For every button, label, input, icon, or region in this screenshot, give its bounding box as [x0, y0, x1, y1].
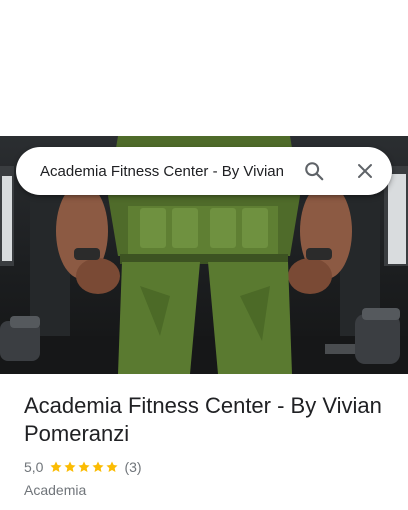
search-icon	[305, 162, 324, 181]
rating-row: 5,0 (3)	[24, 458, 394, 476]
star-icon	[106, 461, 119, 472]
place-title: Academia Fitness Center - By Vivian Pome…	[24, 393, 382, 446]
place-info: Academia Fitness Center - By Vivian Pome…	[24, 392, 394, 498]
search-button[interactable]	[298, 155, 330, 187]
rating-stars	[49, 460, 119, 474]
star-icon	[92, 461, 105, 472]
review-count[interactable]: (3)	[124, 459, 141, 475]
star-icon	[50, 461, 63, 472]
rating-value: 5,0	[24, 459, 44, 475]
close-button[interactable]	[349, 155, 381, 187]
map-blank-area	[0, 0, 408, 136]
close-icon	[358, 164, 372, 178]
star-icon	[64, 461, 77, 472]
star-icon	[78, 461, 91, 472]
search-bar	[16, 147, 392, 195]
search-input[interactable]	[40, 159, 306, 183]
place-category[interactable]: Academia	[24, 482, 394, 498]
